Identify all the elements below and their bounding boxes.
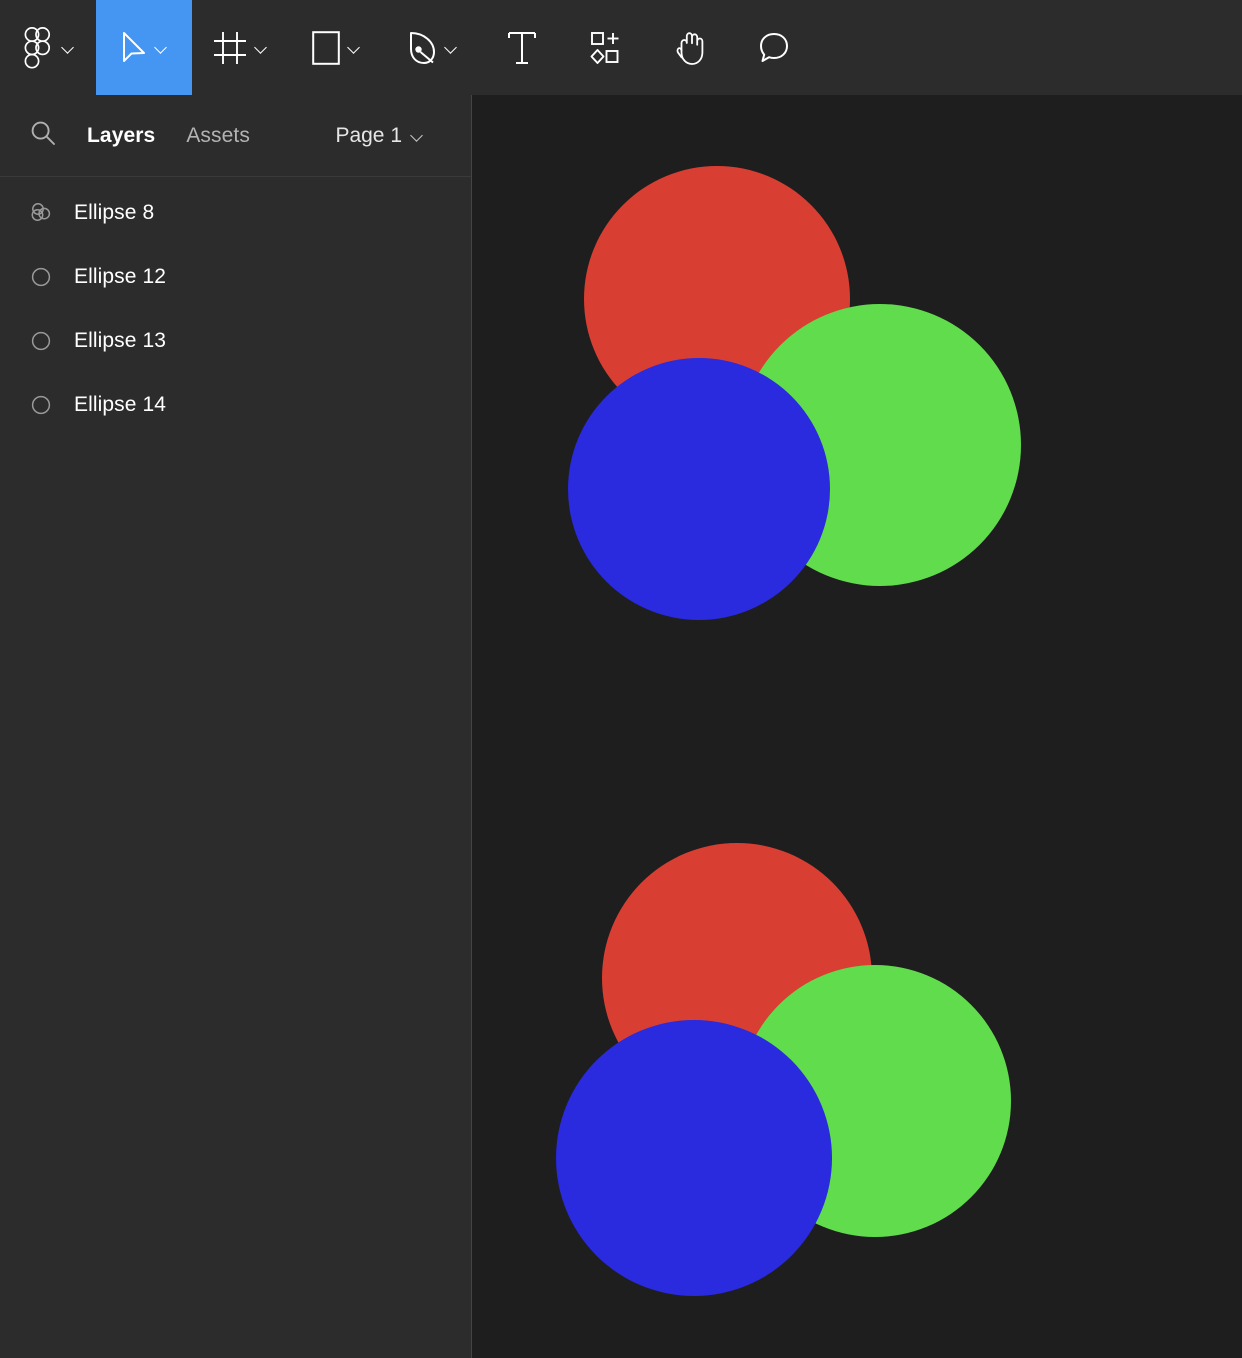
search-button[interactable] xyxy=(26,119,60,153)
frame-icon xyxy=(213,31,247,65)
hand-icon xyxy=(674,30,706,66)
ellipse-icon xyxy=(26,329,56,353)
chevron-down-icon[interactable] xyxy=(255,41,268,54)
chevron-down-icon[interactable] xyxy=(445,41,458,54)
toolbar-resources-button[interactable] xyxy=(564,0,648,95)
layer-row[interactable]: Ellipse 8 xyxy=(0,181,471,245)
boolean-union-icon xyxy=(26,201,56,225)
toolbar-comment-button[interactable] xyxy=(732,0,816,95)
tab-layers[interactable]: Layers xyxy=(87,124,155,148)
page-selector[interactable]: Page 1 xyxy=(335,124,447,148)
layer-row[interactable]: Ellipse 12 xyxy=(0,245,471,309)
search-icon xyxy=(30,120,56,151)
pen-icon xyxy=(407,31,437,65)
figma-app-window: Layers Assets Page 1 Ellipse 8 Ellipse 1… xyxy=(0,0,1242,1358)
tab-assets[interactable]: Assets xyxy=(186,124,250,148)
chevron-down-icon[interactable] xyxy=(348,41,361,54)
toolbar-move-tool-button[interactable] xyxy=(96,0,192,95)
toolbar xyxy=(0,0,1242,95)
toolbar-pen-tool-button[interactable] xyxy=(384,0,480,95)
toolbar-text-tool-button[interactable] xyxy=(480,0,564,95)
chevron-down-icon[interactable] xyxy=(155,41,168,54)
components-icon xyxy=(590,31,622,65)
layer-name: Ellipse 8 xyxy=(74,201,155,224)
left-panel: Layers Assets Page 1 Ellipse 8 Ellipse 1… xyxy=(0,95,472,1358)
toolbar-figma-menu-button[interactable] xyxy=(0,0,96,95)
toolbar-hand-tool-button[interactable] xyxy=(648,0,732,95)
toolbar-frame-tool-button[interactable] xyxy=(192,0,288,95)
layer-row[interactable]: Ellipse 13 xyxy=(0,309,471,373)
page-selector-label: Page 1 xyxy=(335,123,402,147)
chevron-down-icon[interactable] xyxy=(62,41,75,54)
layer-name: Ellipse 12 xyxy=(74,265,167,288)
comment-icon xyxy=(758,31,790,65)
text-icon xyxy=(507,31,537,65)
figma-menu-icon xyxy=(22,26,52,69)
panel-header: Layers Assets Page 1 xyxy=(0,95,471,177)
layer-list: Ellipse 8 Ellipse 12 Ellipse 13 Ellipse … xyxy=(0,177,471,1358)
layer-row[interactable]: Ellipse 14 xyxy=(0,373,471,437)
rectangle-icon xyxy=(311,30,340,65)
blue-ellipse[interactable] xyxy=(556,1020,832,1296)
layer-name: Ellipse 13 xyxy=(74,329,167,352)
main-body: Layers Assets Page 1 Ellipse 8 Ellipse 1… xyxy=(0,95,1242,1358)
ellipse-icon xyxy=(26,393,56,417)
layer-name: Ellipse 14 xyxy=(74,393,167,416)
ellipse-icon xyxy=(26,265,56,289)
bottom-ellipse-group[interactable] xyxy=(472,95,1242,1358)
chevron-down-icon xyxy=(411,130,423,142)
toolbar-rectangle-tool-button[interactable] xyxy=(288,0,384,95)
canvas[interactable] xyxy=(472,95,1242,1358)
move-cursor-icon xyxy=(121,31,147,65)
